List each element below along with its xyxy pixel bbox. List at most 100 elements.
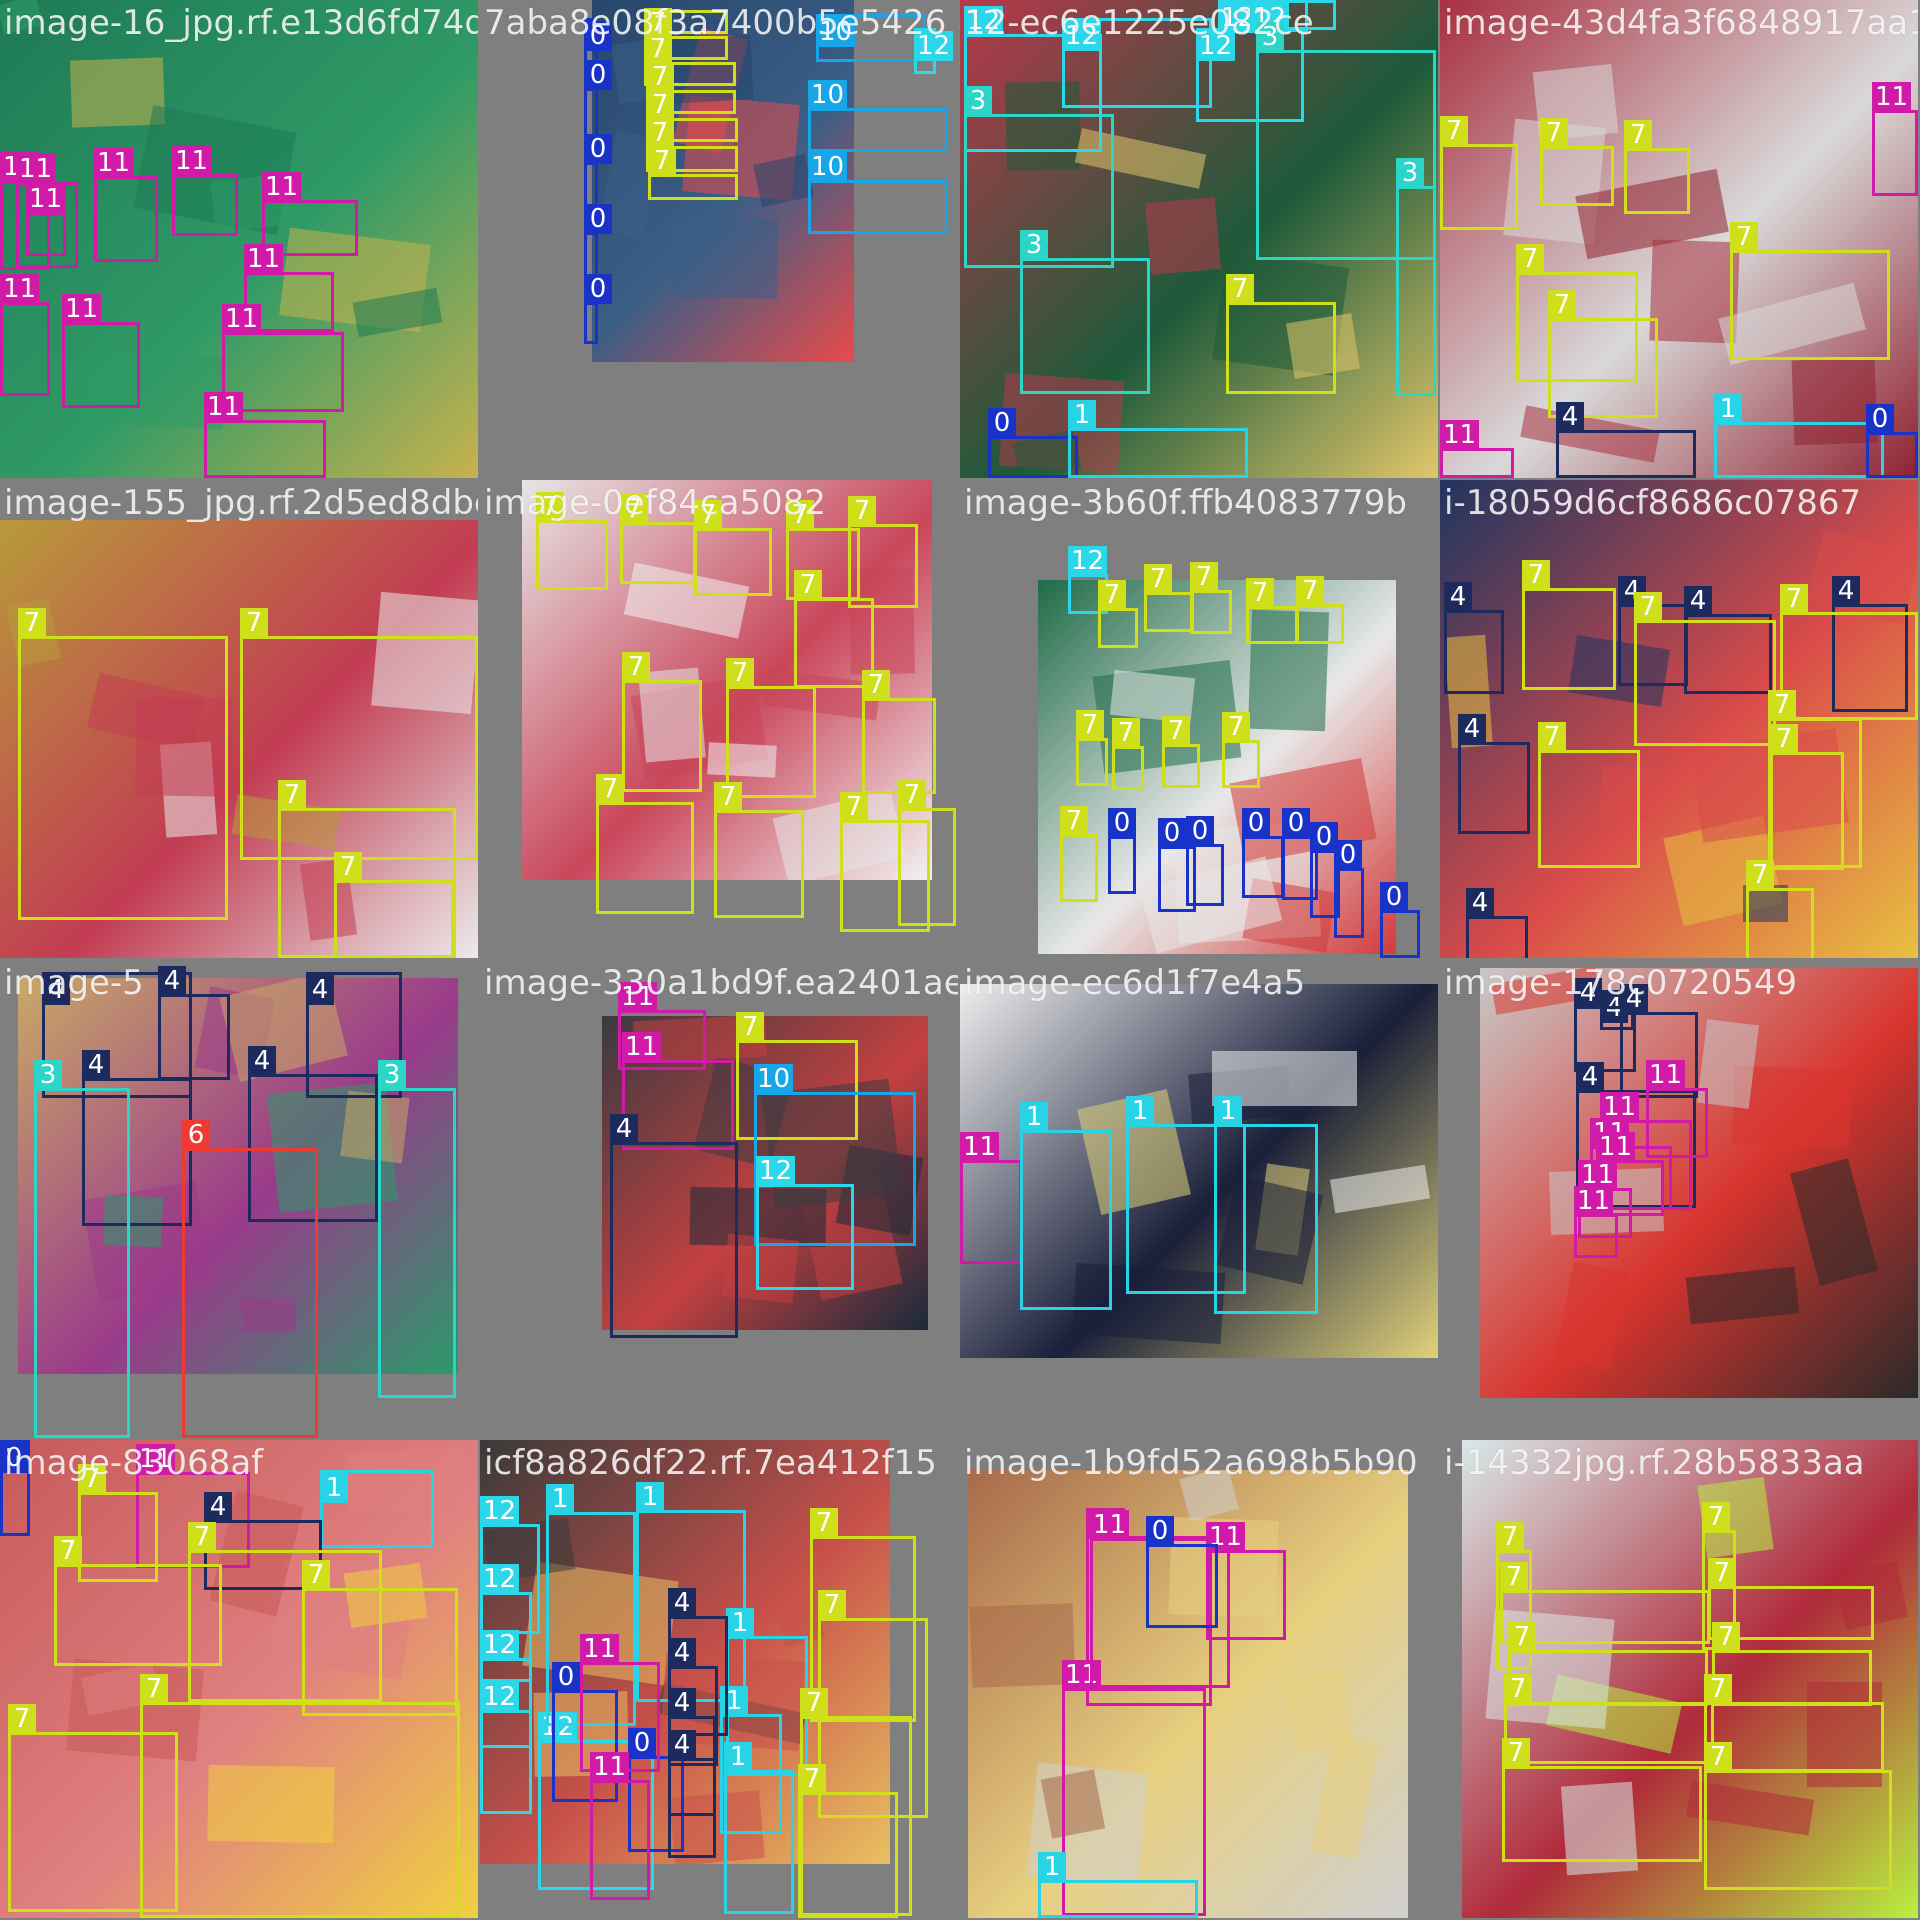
detection-box-class-7: 7 <box>140 1674 460 1918</box>
photo-texture-patch <box>1554 1261 1630 1371</box>
detection-class-label: 12 <box>480 1564 520 1594</box>
detection-box-class-11: 11 <box>62 294 140 408</box>
detection-class-label: 7 <box>1634 592 1662 622</box>
tile-filename: image-1b9fd52a698b5b90 <box>964 1443 1418 1483</box>
detection-box-class-7: 7 <box>536 492 608 590</box>
detection-box-class-7: 7 <box>714 782 804 918</box>
photo-texture-patch <box>1329 1164 1431 1214</box>
mosaic-tile: 7 7 7 7 7 7 7 7 7 7 i-14332jpg.rf.28b5833aa <box>1440 1440 1918 1918</box>
detection-box-class-11: 11 <box>1574 1186 1618 1258</box>
detection-class-label: 7 <box>278 780 306 810</box>
detection-class-label: 11 <box>0 274 40 304</box>
detection-class-label: 7 <box>1222 712 1250 742</box>
detection-box-class-11: 11 <box>960 1132 1022 1264</box>
detection-box-class-0: 0 <box>1242 808 1284 898</box>
detection-class-label: 7 <box>1516 244 1544 274</box>
tile-filename: 7aba8e08f3a7400b5e5426 <box>484 3 947 43</box>
detection-box-class-7: 7 <box>1440 116 1518 230</box>
detection-class-label: 7 <box>1508 1622 1536 1652</box>
detection-box-class-7: 7 <box>1076 710 1108 786</box>
tile-filename: image-0ef84ca5082 <box>484 483 827 523</box>
detection-class-label: 3 <box>964 86 992 116</box>
detection-box-class-1: 1 <box>320 1470 434 1548</box>
detection-class-label: 1 <box>1038 1852 1066 1882</box>
detection-class-label: 7 <box>818 1590 846 1620</box>
detection-class-label: 7 <box>1780 584 1808 614</box>
detection-class-label: 11 <box>172 146 212 176</box>
detection-class-label: 0 <box>1242 808 1270 838</box>
detection-box-class-4: 4 <box>158 966 230 1080</box>
detection-class-label: 4 <box>1556 402 1584 432</box>
detection-class-label: 7 <box>1162 716 1190 746</box>
detection-class-label: 7 <box>1548 290 1576 320</box>
detection-box-class-7: 7 <box>1502 1738 1702 1862</box>
detection-class-label: 7 <box>1746 860 1774 890</box>
detection-class-label: 11 <box>222 304 262 334</box>
detection-class-label: 7 <box>596 774 624 804</box>
detection-class-label: 7 <box>1624 120 1652 150</box>
detection-box-class-0: 0 <box>1380 882 1420 958</box>
detection-class-label: 11 <box>94 148 134 178</box>
detection-class-label: 12 <box>480 1682 520 1712</box>
detection-class-label: 10 <box>808 152 848 182</box>
detection-class-label: 4 <box>668 1688 696 1718</box>
annotation-mosaic-grid: 1111111111111111111111image-16_jpg.rf.e1… <box>0 0 1920 1920</box>
detection-box-class-4: 4 <box>1444 582 1504 694</box>
detection-box-class-7: 7 <box>898 780 956 926</box>
mosaic-tile: 7 7 7 7 image-155_jpg.rf.2d5ed8dbc <box>0 480 478 958</box>
photo-texture-patch <box>969 1603 1076 1688</box>
detection-box-class-3: 3 <box>34 1060 130 1438</box>
detection-box-class-11: 11 <box>26 184 66 256</box>
detection-class-label: 4 <box>668 1638 696 1668</box>
detection-class-label: 7 <box>1144 564 1172 594</box>
detection-box-class-11: 11 <box>1872 82 1918 196</box>
detection-class-label: 1 <box>1020 1102 1048 1132</box>
detection-class-label: 7 <box>1540 118 1568 148</box>
detection-class-label: 11 <box>1646 1060 1686 1090</box>
detection-box-class-7: 7 <box>1746 860 1814 958</box>
detection-box-class-7: 7 <box>620 494 696 584</box>
detection-class-label: 0 <box>1186 816 1214 846</box>
detection-class-label: 3 <box>378 1060 406 1090</box>
detection-box-class-11: 11 <box>204 392 326 478</box>
detection-class-label: 7 <box>862 670 890 700</box>
detection-class-label: 4 <box>1466 888 1494 918</box>
mosaic-tile: 7 7 7 7 7 7 11 11 4 1 0 image-43d4fa3f6848917aa11 <box>1440 0 1918 478</box>
detection-box-class-7: 7 <box>1522 560 1616 690</box>
detection-box-class-4: 4 <box>1556 402 1696 478</box>
photo-texture-patch <box>1685 1266 1800 1325</box>
detection-box-class-7: 7 <box>334 852 454 958</box>
detection-class-label: 7 <box>240 608 268 638</box>
detection-box-class-10: 10 <box>808 80 948 152</box>
detection-class-label: 11 <box>62 294 102 324</box>
detection-class-label: 4 <box>1576 1062 1604 1092</box>
detection-class-label: 7 <box>1296 576 1324 606</box>
detection-class-label: 7 <box>1768 690 1796 720</box>
mosaic-tile: 4444111111111111image-178c0720549 <box>1440 960 1918 1438</box>
detection-class-label: 4 <box>1444 582 1472 612</box>
detection-box-class-0: 0 <box>1146 1516 1218 1628</box>
detection-class-label: 7 <box>736 1012 764 1042</box>
detection-class-label: 12 <box>1068 546 1108 576</box>
detection-box-class-1: 1 <box>1038 1852 1198 1918</box>
detection-box-class-7: 7 <box>694 500 772 596</box>
detection-class-label: 0 <box>552 1662 580 1692</box>
tile-filename: image-5 <box>4 963 144 1003</box>
detection-class-label: 11 <box>1596 1132 1636 1162</box>
detection-class-label: 7 <box>646 62 674 92</box>
mosaic-tile: 1111111101image-1b9fd52a698b5b90 <box>960 1440 1438 1918</box>
detection-box-class-7: 7 <box>1780 584 1918 720</box>
detection-class-label: 0 <box>584 134 612 164</box>
detection-class-label: 11 <box>1090 1510 1130 1540</box>
detection-box-class-3: 3 <box>378 1060 456 1398</box>
mosaic-tile: 4 4 4 4 4 4 7 7 7 7 7 7 7 i-18059d6cf8686c07867 <box>1440 480 1918 958</box>
detection-class-label: 7 <box>714 782 742 812</box>
detection-class-label: 1 <box>1126 1096 1154 1126</box>
detection-class-label: 11 <box>1574 1186 1614 1216</box>
detection-class-label: 0 <box>1380 882 1408 912</box>
mosaic-tile: 777777700000101010127aba8e08f3a7400b5e54… <box>480 0 958 478</box>
detection-class-label: 4 <box>1684 586 1712 616</box>
detection-class-label: 11 <box>262 172 302 202</box>
detection-class-label: 7 <box>188 1522 216 1552</box>
mosaic-tile: 4 4 4 4 4 3 3 6 image-5 <box>0 960 478 1438</box>
